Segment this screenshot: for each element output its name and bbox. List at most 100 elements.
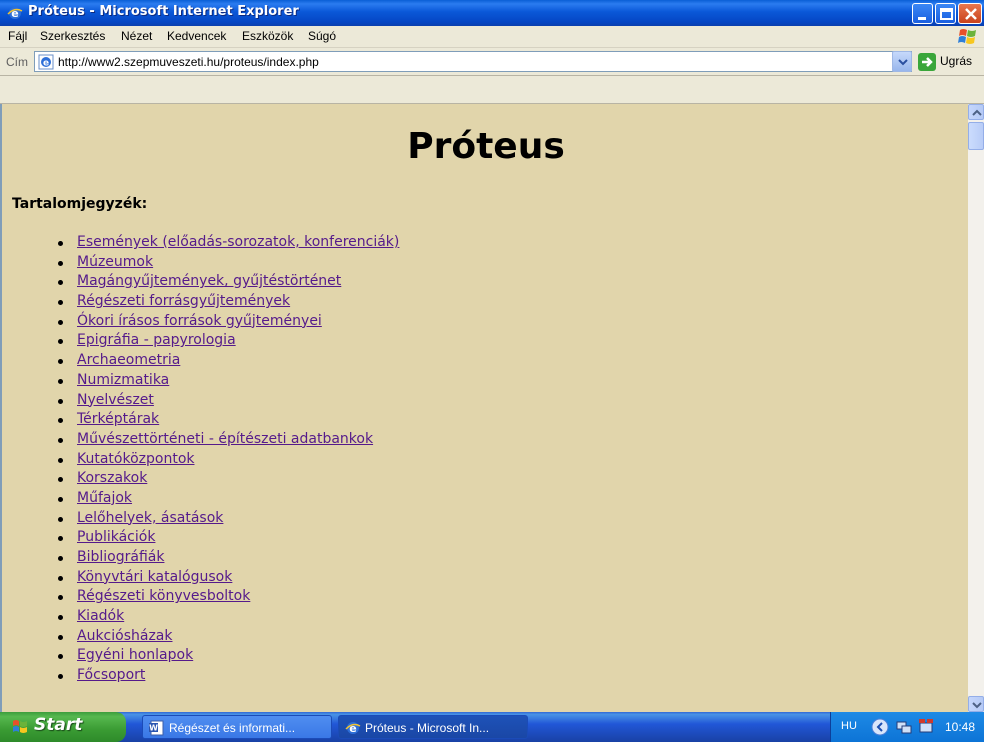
vertical-scrollbar[interactable]	[968, 104, 984, 712]
bullet-icon	[58, 359, 63, 365]
menu-view[interactable]: Nézet	[121, 29, 152, 43]
windows-logo-icon	[13, 720, 27, 733]
menu-edit[interactable]: Szerkesztés	[40, 29, 105, 43]
toc-link[interactable]: Események (előadás-sorozatok, konferenci…	[77, 234, 399, 250]
bullet-icon	[58, 477, 63, 483]
windows-logo-icon	[958, 29, 976, 44]
scroll-up-button[interactable]	[968, 104, 984, 120]
clock: 10:48	[945, 720, 976, 734]
toc-link[interactable]: Kutatóközpontok	[77, 451, 195, 467]
toc-link[interactable]: Könyvtári katalógusok	[77, 569, 232, 585]
language-indicator[interactable]: HU	[841, 720, 857, 732]
bullet-icon	[58, 280, 63, 286]
toc-link[interactable]: Főcsoport	[77, 667, 145, 683]
bullet-icon	[58, 536, 63, 542]
minimize-button[interactable]	[912, 3, 933, 24]
toc-link[interactable]: Lelőhelyek, ásatások	[77, 510, 223, 526]
go-arrow-icon	[918, 53, 936, 71]
bullet-icon	[58, 674, 63, 680]
toc-heading: Tartalomjegyzék:	[12, 196, 148, 212]
bullet-icon	[58, 398, 63, 404]
close-icon	[965, 8, 977, 20]
toc-link[interactable]: Művészettörténeti - építészeti adatbanko…	[77, 431, 373, 447]
toc-link[interactable]: Archaeometria	[77, 352, 180, 368]
toc-link[interactable]: Bibliográfiák	[77, 549, 164, 565]
address-label: Cím	[6, 55, 28, 69]
minimize-icon	[918, 17, 926, 20]
maximize-button[interactable]	[935, 3, 956, 24]
start-label: Start	[34, 715, 83, 735]
toc-link[interactable]: Egyéni honlapok	[77, 647, 193, 663]
svg-text:e: e	[43, 59, 49, 69]
bullet-icon	[58, 575, 63, 581]
menu-bar: Fájl Szerkesztés Nézet Kedvencek Eszközö…	[0, 26, 984, 48]
window-title-bar[interactable]: e Próteus - Microsoft Internet Explorer	[0, 0, 984, 26]
toolbar-strip	[0, 76, 984, 104]
show-hidden-icons-button[interactable]	[871, 718, 889, 736]
bullet-icon	[58, 634, 63, 640]
toc-link[interactable]: Régészeti forrásgyűjtemények	[77, 293, 290, 309]
chevron-up-icon	[972, 109, 982, 116]
bullet-icon	[58, 496, 63, 502]
menu-favorites[interactable]: Kedvencek	[167, 29, 226, 43]
address-url: http://www2.szepmuveszeti.hu/proteus/ind…	[58, 55, 319, 69]
bullet-icon	[58, 300, 63, 306]
scroll-thumb[interactable]	[968, 122, 984, 150]
taskbar-item-internet-explorer[interactable]: e Próteus - Microsoft In...	[338, 715, 528, 739]
ie-icon: e	[345, 722, 361, 735]
menu-help[interactable]: Súgó	[308, 29, 336, 43]
taskbar-item-label: Próteus - Microsoft In...	[365, 721, 490, 735]
network-icon[interactable]	[895, 718, 913, 736]
go-button[interactable]: Ugrás	[918, 53, 984, 71]
bullet-icon	[58, 418, 63, 424]
bullet-icon	[58, 595, 63, 601]
address-dropdown-button[interactable]	[892, 51, 912, 72]
network-activity-icon[interactable]	[917, 718, 935, 736]
window-title: Próteus - Microsoft Internet Explorer	[28, 4, 299, 19]
page-title: Próteus	[407, 126, 565, 167]
toc-link[interactable]: Publikációk	[77, 529, 155, 545]
toc-link[interactable]: Aukciósházak	[77, 628, 173, 644]
toc-link[interactable]: Múzeumok	[77, 254, 153, 270]
chevron-down-icon	[972, 702, 982, 709]
taskbar: Start W Régészet és informati... e Próte…	[0, 712, 984, 742]
bullet-icon	[58, 457, 63, 463]
menu-tools[interactable]: Eszközök	[242, 29, 293, 43]
toc-link[interactable]: Régészeti könyvesboltok	[77, 588, 250, 604]
toc-link[interactable]: Nyelvészet	[77, 392, 154, 408]
bullet-icon	[58, 516, 63, 522]
chevron-down-icon	[898, 59, 908, 66]
maximize-icon	[940, 8, 953, 20]
address-input[interactable]: e http://www2.szepmuveszeti.hu/proteus/i…	[34, 51, 912, 72]
close-button[interactable]	[958, 3, 982, 24]
toc-link[interactable]: Korszakok	[77, 470, 147, 486]
bullet-icon	[58, 378, 63, 384]
word-doc-icon: W	[149, 720, 164, 736]
bullet-icon	[58, 654, 63, 660]
toc-link[interactable]: Kiadók	[77, 608, 124, 624]
go-label: Ugrás	[940, 54, 973, 68]
bullet-icon	[58, 260, 63, 266]
toc-link[interactable]: Műfajok	[77, 490, 132, 506]
scroll-down-button[interactable]	[968, 696, 984, 712]
taskbar-item-word-document[interactable]: W Régészet és informati...	[142, 715, 332, 739]
toc-link[interactable]: Ókori írásos források gyűjteményei	[77, 313, 322, 329]
bullet-icon	[58, 241, 63, 246]
address-bar: Cím e http://www2.szepmuveszeti.hu/prote…	[0, 48, 984, 76]
ie-page-icon: e	[38, 54, 54, 70]
toc-link[interactable]: Epigráfia - papyrologia	[77, 332, 236, 348]
menu-file[interactable]: Fájl	[8, 29, 27, 43]
bullet-icon	[58, 339, 63, 345]
bullet-icon	[58, 437, 63, 443]
bullet-icon	[58, 615, 63, 621]
toc-link[interactable]: Magángyűjtemények, gyűjtéstörténet	[77, 273, 341, 289]
toc-link[interactable]: Numizmatika	[77, 372, 169, 388]
bullet-icon	[58, 319, 63, 325]
page-viewport[interactable]: Próteus Tartalomjegyzék: Események (előa…	[0, 104, 968, 712]
svg-text:W: W	[149, 724, 158, 733]
taskbar-item-label: Régészet és informati...	[169, 721, 296, 735]
ie-icon: e	[7, 7, 23, 20]
bullet-icon	[58, 556, 63, 561]
start-button[interactable]: Start	[0, 712, 126, 742]
toc-link[interactable]: Térképtárak	[77, 411, 159, 427]
